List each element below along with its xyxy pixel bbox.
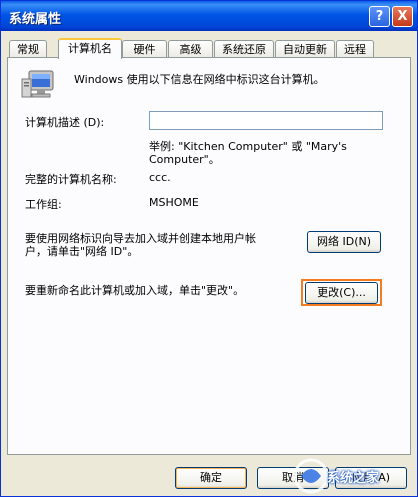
description-label: 计算机描述 (D): <box>25 116 105 129</box>
change-button[interactable]: 更改(C)... <box>305 282 378 304</box>
workgroup-value: MSHOME <box>149 196 199 209</box>
computer-description-input[interactable] <box>149 111 383 130</box>
network-id-button[interactable]: 网络 ID(N) <box>307 231 381 253</box>
tab-remote[interactable]: 远程 <box>336 40 374 57</box>
intro-text: Windows 使用以下信息在网络中标识这台计算机。 <box>74 73 325 86</box>
title-bar[interactable]: 系统属性 ? X <box>1 1 417 31</box>
close-button[interactable]: X <box>392 6 413 27</box>
tab-hardware[interactable]: 硬件 <box>122 40 167 57</box>
full-name-label: 完整的计算机名称: <box>25 173 117 186</box>
network-id-text-line2: 户，请单击"网络 ID"。 <box>25 245 139 258</box>
help-button[interactable]: ? <box>369 6 390 27</box>
computer-icon <box>21 70 54 98</box>
window-title: 系统属性 <box>9 12 62 27</box>
full-name-value: ccc. <box>149 171 171 184</box>
example-text-line2: Computer"。 <box>149 153 220 166</box>
tab-advanced[interactable]: 高级 <box>168 40 213 57</box>
tab-general[interactable]: 常规 <box>9 40 47 57</box>
workgroup-label: 工作组: <box>25 198 62 211</box>
rename-text: 要重新命名此计算机或加入域，单击"更改"。 <box>25 284 245 297</box>
ok-button[interactable]: 确定 <box>175 467 247 489</box>
watermark-text: 系统之家 <box>327 471 380 486</box>
tab-automatic-updates[interactable]: 自动更新 <box>275 40 335 57</box>
tab-computer-name[interactable]: 计算机名 <box>58 38 122 59</box>
system-properties-window: 系统属性 ? X 常规 计算机名 硬件 高级 系统还原 自动更新 远程 Wind… <box>0 0 418 497</box>
tab-system-restore[interactable]: 系统还原 <box>214 40 274 57</box>
